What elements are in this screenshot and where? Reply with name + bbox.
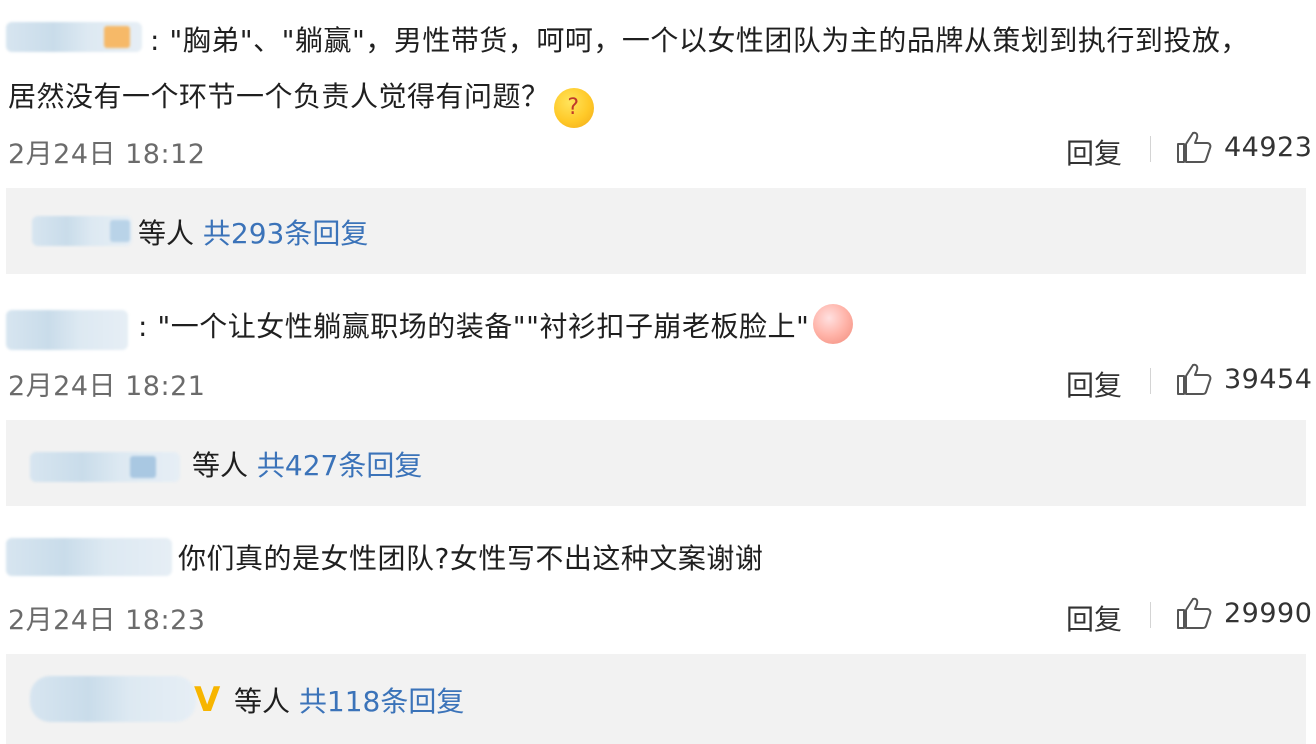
like-count: 29990 — [1224, 598, 1313, 629]
comment-list: : "胸弟"、"躺赢"，男性带货，呵呵，一个以女性团队为主的品牌从策划到执行到投… — [0, 0, 1316, 744]
blurred-username[interactable] — [6, 538, 172, 576]
replies-summary[interactable]: 等人 共293条回复 — [6, 188, 1306, 274]
replies-summary[interactable]: 等人 共427条回复 — [6, 420, 1306, 506]
replies-count-link[interactable]: 共293条回复 — [203, 217, 368, 250]
divider — [1150, 368, 1151, 394]
blurred-username[interactable] — [6, 22, 142, 52]
divider — [1150, 136, 1151, 162]
confused-face-emoji: ? — [553, 88, 594, 128]
grimacing-face-emoji — [813, 304, 854, 344]
comment-timestamp: 2月24日 18:21 — [8, 371, 206, 402]
blurred-username — [32, 216, 132, 246]
reply-button[interactable]: 回复 — [1066, 364, 1122, 404]
verified-badge: V — [194, 680, 221, 720]
comment-timestamp: 2月24日 18:23 — [8, 605, 206, 636]
reply-button[interactable]: 回复 — [1066, 598, 1122, 638]
like-count: 39454 — [1224, 364, 1313, 395]
thumbs-up-icon[interactable] — [1176, 596, 1212, 630]
comment-timestamp: 2月24日 18:12 — [8, 139, 206, 170]
blurred-username — [30, 676, 196, 722]
replies-count-link[interactable]: 共118条回复 — [299, 685, 464, 718]
reply-button[interactable]: 回复 — [1066, 132, 1122, 172]
replies-link[interactable]: 等人 共427条回复 — [192, 444, 422, 484]
comment-text-line2: 居然没有一个环节一个负责人觉得有问题？? — [8, 70, 594, 128]
comment-text: 你们真的是女性团队?女性写不出这种文案谢谢 — [178, 542, 764, 575]
comment-text: : "胸弟"、"躺赢"，男性带货，呵呵，一个以女性团队为主的品牌从策划到执行到投… — [150, 24, 1249, 57]
replies-count-link[interactable]: 共427条回复 — [257, 449, 422, 482]
thumbs-up-icon[interactable] — [1176, 130, 1212, 164]
comment-text: : "一个让女性躺赢职场的装备""衬衫扣子崩老板脸上" — [138, 300, 854, 354]
thumbs-up-icon[interactable] — [1176, 362, 1212, 396]
replies-link[interactable]: 等人 共293条回复 — [138, 212, 368, 252]
replies-link[interactable]: 等人 共118条回复 — [234, 680, 464, 720]
divider — [1150, 602, 1151, 628]
blurred-username — [30, 452, 180, 482]
blurred-username[interactable] — [6, 310, 128, 350]
like-count: 44923 — [1224, 132, 1313, 163]
replies-summary[interactable]: V 等人 共118条回复 — [6, 654, 1306, 744]
